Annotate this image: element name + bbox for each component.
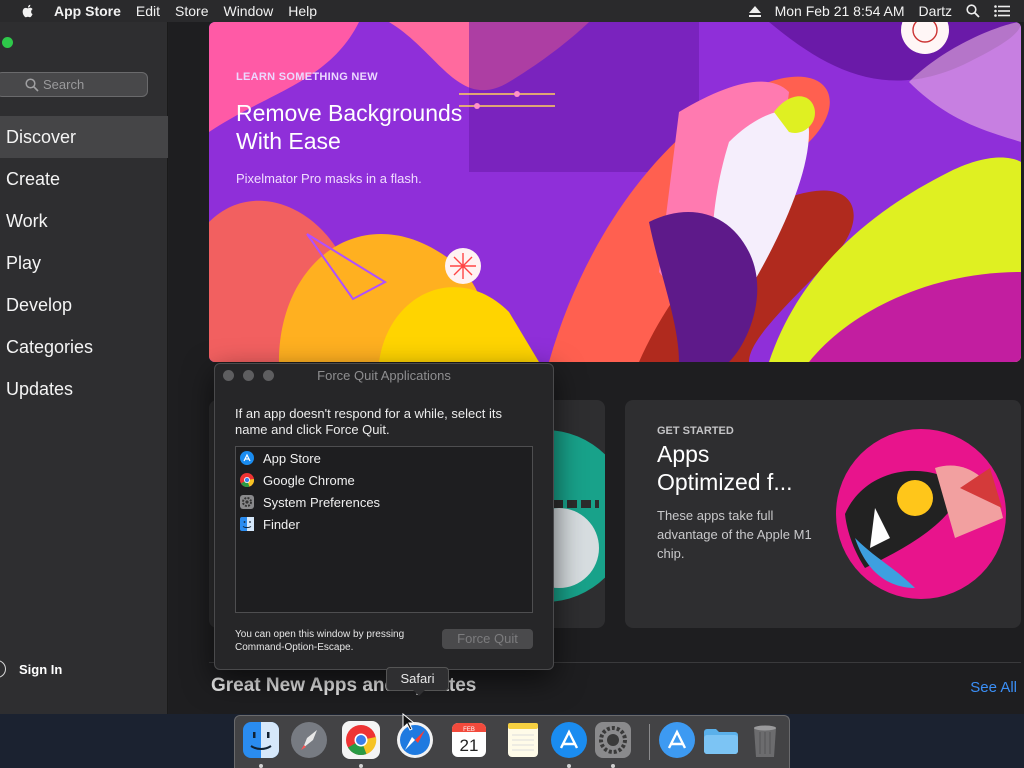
app-list-item-label: Google Chrome — [263, 472, 355, 488]
sidebar-nav: Discover Create Work Play Develop Catego… — [0, 116, 168, 410]
card-description: These apps take full advantage of the Ap… — [657, 508, 812, 561]
notification-center-icon[interactable] — [994, 5, 1010, 17]
menu-extras: Mon Feb 21 8:54 AM Dartz — [735, 3, 1024, 19]
account-icon — [0, 660, 6, 678]
card-artwork — [836, 429, 1006, 599]
folder-icon[interactable] — [701, 720, 741, 760]
hero-title: Remove Backgrounds With Ease — [236, 100, 463, 154]
hero-subtitle: Pixelmator Pro masks in a flash. — [236, 171, 422, 186]
finder-icon[interactable] — [241, 720, 281, 760]
menu-window[interactable]: Window — [223, 3, 273, 19]
mouse-cursor-icon — [402, 713, 414, 731]
sidebar-item-discover[interactable]: Discover — [0, 116, 168, 158]
safari-icon[interactable] — [395, 720, 435, 760]
finder-icon — [240, 517, 254, 531]
app-list-item-finder[interactable]: Finder — [236, 513, 532, 535]
hero-banner[interactable]: LEARN SOMETHING NEW Remove Backgrounds W… — [209, 22, 1021, 362]
featured-card-get-started[interactable]: GET STARTED Apps Optimized f... These ap… — [625, 400, 1021, 628]
chrome-icon — [240, 473, 254, 487]
system-preferences-icon[interactable] — [593, 720, 633, 760]
app-list-item-label: System Preferences — [263, 494, 381, 510]
app-list[interactable]: App Store Google Chrome System Preferenc… — [235, 446, 533, 613]
app-list-item-app-store[interactable]: App Store — [236, 447, 532, 469]
running-indicator — [259, 764, 263, 768]
sidebar-item-develop[interactable]: Develop — [0, 284, 168, 326]
chrome-icon[interactable] — [341, 720, 381, 760]
sidebar-item-play[interactable]: Play — [0, 242, 168, 284]
app-list-item-label: Finder — [263, 516, 300, 532]
svg-text:21: 21 — [460, 736, 479, 755]
app-store-downloads-icon[interactable] — [657, 720, 697, 760]
launchpad-icon[interactable] — [289, 720, 329, 760]
card-kicker: GET STARTED — [657, 425, 734, 437]
sidebar-item-updates[interactable]: Updates — [0, 368, 168, 410]
card-title: Apps Optimized f... — [657, 441, 793, 495]
sidebar-item-work[interactable]: Work — [0, 200, 168, 242]
search-icon — [25, 78, 39, 92]
sidebar-item-create[interactable]: Create — [0, 158, 168, 200]
hero-kicker: LEARN SOMETHING NEW — [236, 71, 378, 83]
apple-icon[interactable] — [20, 3, 36, 19]
dialog-hint: You can open this window by pressing Com… — [235, 629, 405, 653]
notes-icon[interactable] — [503, 720, 543, 760]
search-placeholder: Search — [43, 77, 85, 92]
app-store-icon[interactable] — [549, 720, 589, 760]
sign-in-button[interactable]: Sign In — [0, 660, 62, 678]
dialog-title: Force Quit Applications — [317, 367, 451, 383]
running-indicator — [567, 764, 571, 768]
dialog-message: If an app doesn't respond for a while, s… — [235, 406, 502, 437]
see-all-link[interactable]: See All — [970, 679, 1017, 696]
search-field[interactable]: Search — [0, 72, 148, 97]
gear-icon — [240, 495, 254, 509]
sign-in-label: Sign In — [19, 661, 63, 677]
svg-text:FEB: FEB — [463, 727, 475, 733]
user-name[interactable]: Dartz — [919, 3, 952, 19]
running-indicator — [359, 764, 363, 768]
menu-bar: App Store Edit Store Window Help Mon Feb… — [0, 0, 1024, 22]
app-list-item-label: App Store — [263, 450, 321, 466]
app-store-icon — [240, 451, 254, 465]
running-indicator — [611, 764, 615, 768]
menu-edit[interactable]: Edit — [136, 3, 160, 19]
dock: FEB 21 — [234, 715, 790, 768]
clock[interactable]: Mon Feb 21 8:54 AM — [775, 3, 905, 19]
calendar-icon[interactable]: FEB 21 — [449, 720, 489, 760]
force-quit-button[interactable]: Force Quit — [442, 629, 533, 649]
dock-tooltip: Safari — [386, 667, 449, 696]
menu-app-name[interactable]: App Store — [54, 3, 121, 19]
eject-icon[interactable] — [748, 5, 761, 17]
menu-store[interactable]: Store — [175, 3, 208, 19]
force-quit-dialog: Force Quit Applications If an app doesn'… — [214, 363, 554, 670]
app-list-item-google-chrome[interactable]: Google Chrome — [236, 469, 532, 491]
dialog-titlebar[interactable]: Force Quit Applications — [215, 364, 553, 386]
sidebar-item-categories[interactable]: Categories — [0, 326, 168, 368]
sidebar: Search Discover Create Work Play Develop… — [0, 22, 168, 714]
menu-help[interactable]: Help — [288, 3, 317, 19]
window-zoom-button[interactable] — [2, 37, 13, 48]
screen: App Store Edit Store Window Help Mon Feb… — [0, 0, 1024, 768]
spotlight-search-icon[interactable] — [966, 4, 980, 18]
app-list-item-system-preferences[interactable]: System Preferences — [236, 491, 532, 513]
dock-separator — [649, 724, 650, 760]
trash-icon[interactable] — [745, 720, 785, 760]
